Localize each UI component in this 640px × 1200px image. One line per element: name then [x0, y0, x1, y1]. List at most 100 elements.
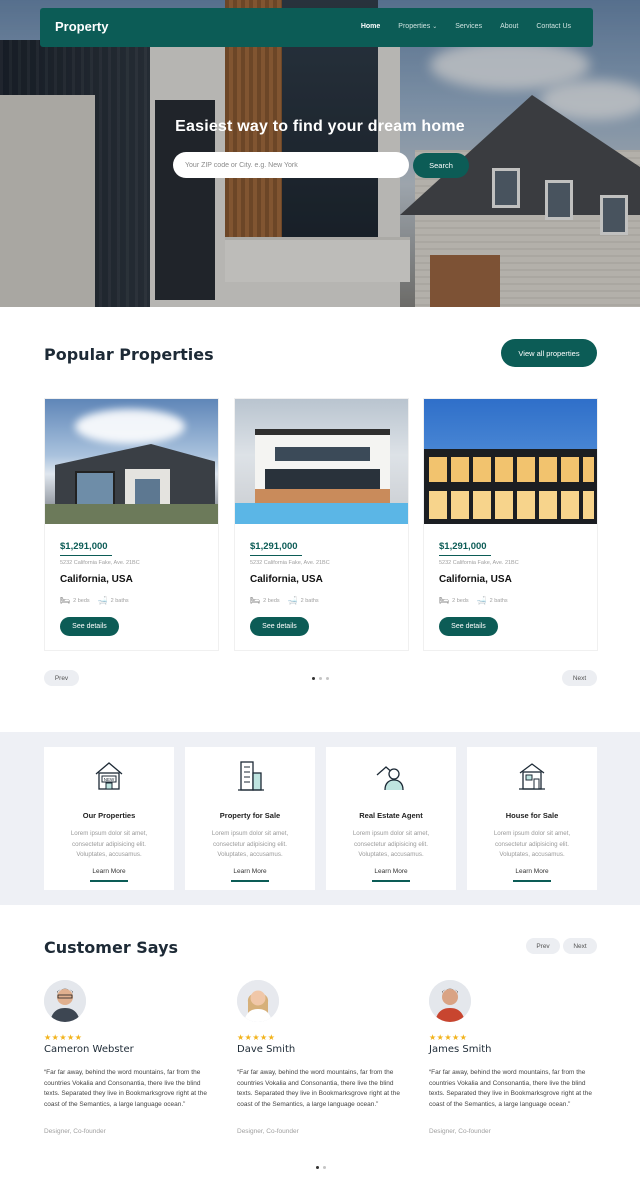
nav-item-properties[interactable]: Properties ⌄: [398, 23, 437, 30]
customer-role: Designer, Co-founder: [429, 1128, 491, 1135]
carousel-dot[interactable]: [323, 1166, 326, 1169]
agent-icon: [376, 766, 404, 791]
learn-more-underline: [231, 880, 269, 882]
properties-next-button[interactable]: Next: [562, 670, 597, 686]
property-address: 5232 California Fake, Ave. 21BC: [439, 560, 519, 566]
service-card: NEW Our Properties Lorem ipsum dolor sit…: [44, 747, 174, 890]
nav-item-about[interactable]: About: [500, 23, 518, 30]
bed-icon: 🛏: [60, 596, 71, 605]
carousel-dot[interactable]: [316, 1166, 319, 1169]
see-details-button[interactable]: See details: [439, 617, 498, 636]
price-underline: [439, 555, 491, 556]
service-title: Real Estate Agent: [359, 811, 423, 820]
property-beds: 2 beds: [452, 597, 469, 604]
property-city: California, USA: [439, 574, 512, 585]
nav-item-home[interactable]: Home: [361, 23, 380, 30]
bath-icon: 🛁: [97, 596, 108, 605]
hero-title: Easiest way to find your dream home: [175, 118, 465, 135]
testimonials-prev-button[interactable]: Prev: [526, 938, 560, 954]
property-price: $1,291,000: [439, 541, 487, 552]
property-baths: 2 baths: [110, 597, 129, 604]
nav-item-contact[interactable]: Contact Us: [536, 23, 571, 30]
view-all-properties-button[interactable]: View all properties: [501, 339, 597, 367]
price-underline: [60, 555, 112, 556]
bath-icon: 🛁: [476, 596, 487, 605]
property-price: $1,291,000: [60, 541, 108, 552]
service-title: House for Sale: [505, 811, 559, 820]
house-new-icon: NEW: [95, 762, 123, 790]
brand-logo[interactable]: Property: [55, 19, 108, 34]
property-card[interactable]: $1,291,000 5232 California Fake, Ave. 21…: [423, 398, 598, 651]
testimonial-card: ★★★★★ Dave Smith “Far far away, behind t…: [237, 980, 412, 1150]
customer-role: Designer, Co-founder: [237, 1128, 299, 1135]
customer-says-title: Customer Says: [44, 938, 179, 957]
property-beds: 2 beds: [73, 597, 90, 604]
property-city: California, USA: [250, 574, 323, 585]
service-title: Property for Sale: [219, 811, 281, 820]
testimonial-quote: “Far far away, behind the word mountains…: [237, 1069, 400, 1108]
carousel-dot[interactable]: [326, 677, 329, 680]
learn-more-underline: [90, 880, 128, 882]
services-section: NEW Our Properties Lorem ipsum dolor sit…: [0, 732, 640, 905]
service-description: Lorem ipsum dolor sit amet, consectetur …: [211, 830, 289, 858]
property-beds: 2 beds: [263, 597, 280, 604]
property-photo[interactable]: [45, 399, 218, 524]
popular-properties-title: Popular Properties: [44, 345, 214, 364]
property-card[interactable]: $1,291,000 5232 California Fake, Ave. 21…: [44, 398, 219, 651]
property-price: $1,291,000: [250, 541, 298, 552]
customer-name: James Smith: [429, 1044, 492, 1055]
see-details-button[interactable]: See details: [250, 617, 309, 636]
avatar: [429, 980, 471, 1022]
search-input[interactable]: [173, 152, 409, 178]
bath-icon: 🛁: [287, 596, 298, 605]
testimonial-quote: “Far far away, behind the word mountains…: [44, 1069, 207, 1108]
customer-name: Cameron Webster: [44, 1044, 134, 1055]
property-card[interactable]: $1,291,000 5232 California Fake, Ave. 21…: [234, 398, 409, 651]
service-card: House for Sale Lorem ipsum dolor sit ame…: [467, 747, 597, 890]
property-photo[interactable]: [424, 399, 597, 524]
building-icon: [238, 761, 264, 791]
bed-icon: 🛏: [250, 596, 261, 605]
carousel-dot[interactable]: [319, 677, 322, 680]
property-address: 5232 California Fake, Ave. 21BC: [250, 560, 330, 566]
house-for-sale-icon: [519, 763, 545, 790]
testimonial-card: ★★★★★ Cameron Webster “Far far away, beh…: [44, 980, 219, 1150]
navbar: Property Home Properties ⌄ Services About…: [40, 8, 593, 47]
property-baths: 2 baths: [300, 597, 319, 604]
service-description: Lorem ipsum dolor sit amet, consectetur …: [352, 830, 430, 858]
properties-carousel-dots: [312, 677, 329, 680]
nav-item-services[interactable]: Services: [455, 23, 482, 30]
avatar: [44, 980, 86, 1022]
testimonials-carousel-dots: [316, 1166, 326, 1169]
property-specs: 🛏 2 beds 🛁 2 baths: [60, 596, 129, 605]
property-specs: 🛏 2 beds 🛁 2 baths: [439, 596, 508, 605]
property-photo[interactable]: [235, 399, 408, 524]
customer-role: Designer, Co-founder: [44, 1128, 106, 1135]
chevron-down-icon: ⌄: [432, 24, 438, 30]
learn-more-link[interactable]: Learn More: [467, 868, 597, 875]
customer-name: Dave Smith: [237, 1044, 296, 1055]
properties-prev-button[interactable]: Prev: [44, 670, 79, 686]
property-city: California, USA: [60, 574, 133, 585]
rating-stars: ★★★★★: [44, 1033, 83, 1042]
nav-menu: Home Properties ⌄ Services About Contact …: [343, 23, 571, 30]
see-details-button[interactable]: See details: [60, 617, 119, 636]
learn-more-link[interactable]: Learn More: [44, 868, 174, 875]
testimonials-next-button[interactable]: Next: [563, 938, 597, 954]
property-baths: 2 baths: [489, 597, 508, 604]
carousel-dot[interactable]: [312, 677, 315, 680]
learn-more-underline: [372, 880, 410, 882]
rating-stars: ★★★★★: [237, 1033, 276, 1042]
service-title: Our Properties: [82, 811, 136, 820]
rating-stars: ★★★★★: [429, 1033, 468, 1042]
testimonial-quote: “Far far away, behind the word mountains…: [429, 1069, 592, 1108]
service-card: Property for Sale Lorem ipsum dolor sit …: [185, 747, 315, 890]
search-button[interactable]: Search: [413, 153, 469, 178]
testimonial-card: ★★★★★ James Smith “Far far away, behind …: [429, 980, 604, 1150]
svg-text:NEW: NEW: [104, 777, 115, 782]
service-description: Lorem ipsum dolor sit amet, consectetur …: [70, 830, 148, 858]
learn-more-link[interactable]: Learn More: [185, 868, 315, 875]
price-underline: [250, 555, 302, 556]
property-address: 5232 California Fake, Ave. 21BC: [60, 560, 140, 566]
learn-more-link[interactable]: Learn More: [326, 868, 456, 875]
